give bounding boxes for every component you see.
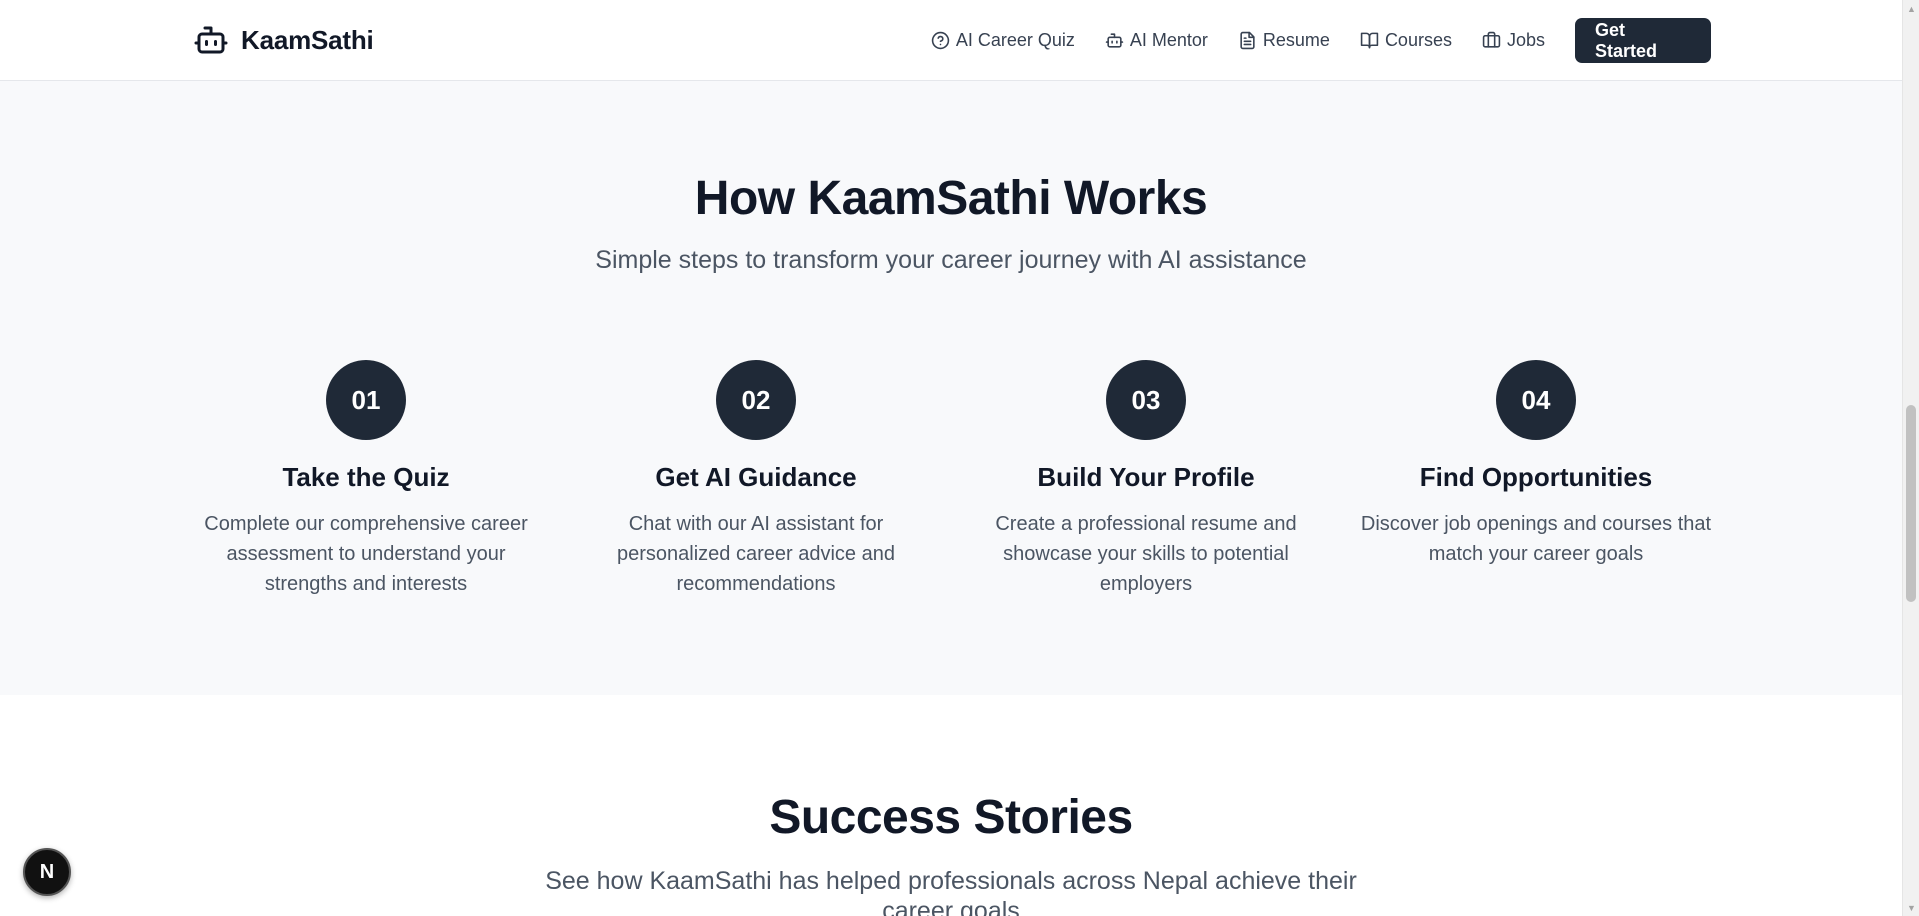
step-card: 04 Find Opportunities Discover job openi… bbox=[1341, 360, 1731, 599]
nav-item-ai-mentor[interactable]: AI Mentor bbox=[1090, 18, 1223, 63]
get-started-button[interactable]: Get Started bbox=[1575, 18, 1711, 63]
file-text-icon bbox=[1240, 31, 1255, 50]
step-description: Create a professional resume and showcas… bbox=[995, 513, 1297, 595]
brand-logo-link[interactable]: KaamSathi bbox=[193, 22, 374, 58]
nav-item-ai-career-quiz[interactable]: AI Career Quiz bbox=[916, 18, 1090, 63]
step-number-badge: 03 bbox=[1106, 360, 1186, 440]
help-circle-icon bbox=[931, 31, 950, 50]
how-section-subtitle: Simple steps to transform your career jo… bbox=[595, 246, 1307, 274]
nav-item-courses[interactable]: Courses bbox=[1345, 18, 1467, 63]
scroll-down-arrow-icon[interactable]: ▼ bbox=[1903, 899, 1919, 916]
step-title: Find Opportunities bbox=[1419, 462, 1653, 492]
nextjs-dev-indicator-button[interactable]: N bbox=[23, 848, 71, 896]
steps-grid: 01 Take the Quiz Complete our comprehens… bbox=[171, 360, 1731, 599]
success-section-subtitle-wrap: See how KaamSathi has helped professiona… bbox=[0, 866, 1902, 916]
step-card: 02 Get AI Guidance Chat with our AI assi… bbox=[561, 360, 951, 599]
main-nav: AI Career Quiz AI Mentor Resume Courses … bbox=[916, 18, 1711, 63]
step-description: Complete our comprehensive career assess… bbox=[204, 513, 528, 595]
brand-name: KaamSathi bbox=[241, 24, 374, 55]
scrollbar-thumb[interactable] bbox=[1906, 405, 1916, 602]
how-section-title: How KaamSathi Works bbox=[694, 172, 1208, 225]
step-card: 01 Take the Quiz Complete our comprehens… bbox=[171, 360, 561, 599]
site-header: KaamSathi AI Career Quiz AI Mentor Resum… bbox=[0, 0, 1902, 81]
step-number-badge: 02 bbox=[716, 360, 796, 440]
step-number-badge: 01 bbox=[326, 360, 406, 440]
bot-icon bbox=[1105, 33, 1124, 48]
book-open-icon bbox=[1360, 32, 1379, 49]
nav-label: Resume bbox=[1262, 30, 1330, 50]
how-it-works-section: How KaamSathi Works Simple steps to tran… bbox=[0, 81, 1902, 695]
step-description: Discover job openings and courses that m… bbox=[1360, 513, 1712, 565]
nav-label: AI Career Quiz bbox=[955, 30, 1075, 50]
nav-label: Courses bbox=[1384, 30, 1452, 50]
page-scrollbar[interactable]: ▲ ▼ bbox=[1902, 0, 1919, 916]
nav-item-jobs[interactable]: Jobs bbox=[1467, 18, 1560, 63]
step-title: Build Your Profile bbox=[1037, 462, 1255, 492]
bot-logo-icon bbox=[194, 26, 228, 54]
step-title: Get AI Guidance bbox=[655, 462, 857, 492]
step-title: Take the Quiz bbox=[282, 462, 450, 492]
success-section-title: Success Stories bbox=[769, 791, 1133, 844]
scroll-up-arrow-icon[interactable]: ▲ bbox=[1903, 0, 1919, 17]
page: KaamSathi AI Career Quiz AI Mentor Resum… bbox=[0, 0, 1902, 916]
nav-label: Jobs bbox=[1506, 30, 1545, 50]
step-number-badge: 04 bbox=[1496, 360, 1576, 440]
nav-item-resume[interactable]: Resume bbox=[1223, 18, 1345, 63]
success-section-subtitle: See how KaamSathi has helped professiona… bbox=[545, 867, 1357, 916]
step-card: 03 Build Your Profile Create a professio… bbox=[951, 360, 1341, 599]
step-description: Chat with our AI assistant for personali… bbox=[617, 513, 895, 595]
nav-label: AI Mentor bbox=[1129, 30, 1208, 50]
briefcase-icon bbox=[1482, 31, 1501, 48]
